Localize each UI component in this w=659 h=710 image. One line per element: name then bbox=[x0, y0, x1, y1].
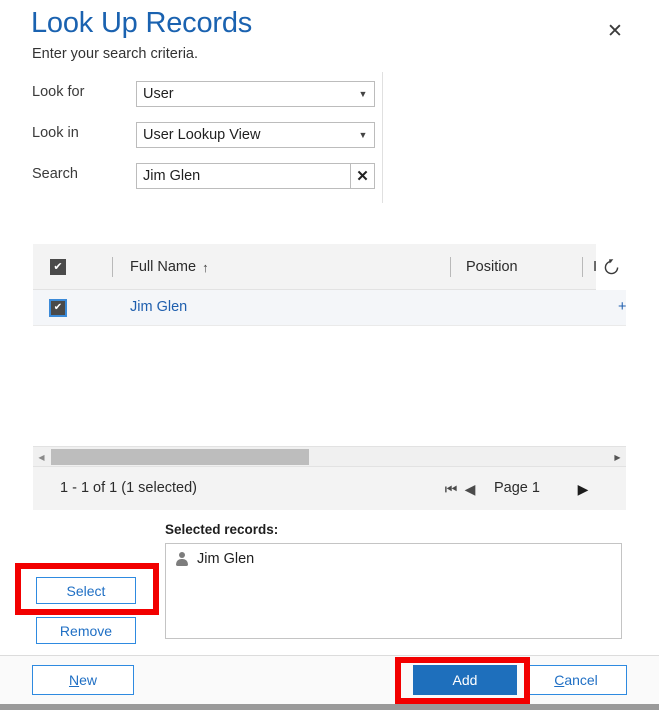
page-number-label: Page 1 bbox=[494, 480, 540, 496]
lookup-records-dialog: Look Up Records Enter your search criter… bbox=[0, 0, 659, 710]
dialog-subtitle: Enter your search criteria. bbox=[32, 46, 199, 62]
new-button-accel: N bbox=[68, 672, 80, 688]
chevron-down-icon[interactable]: ▼ bbox=[352, 82, 374, 106]
clear-search-icon[interactable]: ✕ bbox=[350, 164, 374, 188]
first-page-icon[interactable]: ⏮ bbox=[441, 479, 461, 499]
person-icon bbox=[175, 551, 189, 567]
horizontal-scrollbar[interactable]: ◀ ▶ bbox=[33, 446, 626, 466]
scrollbar-thumb[interactable] bbox=[51, 449, 309, 465]
look-in-label: Look in bbox=[32, 125, 79, 141]
cancel-button-label: ancel bbox=[564, 672, 598, 688]
criteria-divider bbox=[382, 72, 383, 203]
column-separator bbox=[582, 257, 583, 277]
selected-records-box[interactable]: Jim Glen bbox=[165, 543, 622, 639]
new-button-label: ew bbox=[79, 672, 98, 688]
search-label: Search bbox=[32, 166, 78, 182]
sort-ascending-icon: ↑ bbox=[202, 259, 209, 275]
row-full-name-link[interactable]: Jim Glen bbox=[130, 299, 187, 315]
selected-record-name: Jim Glen bbox=[197, 551, 255, 567]
look-for-value: User bbox=[143, 86, 174, 102]
scroll-left-icon[interactable]: ◀ bbox=[33, 447, 50, 467]
cancel-button-accel: C bbox=[554, 672, 565, 688]
add-button[interactable]: Add bbox=[413, 665, 517, 695]
row-select-checkbox[interactable] bbox=[49, 299, 67, 317]
criteria-row-look-in: Look in User Lookup View ▼ bbox=[0, 122, 400, 148]
criteria-row-look-for: Look for User ▼ bbox=[0, 81, 400, 107]
look-for-label: Look for bbox=[32, 84, 85, 100]
select-all-checkbox[interactable] bbox=[50, 259, 66, 275]
refresh-icon[interactable] bbox=[596, 244, 626, 290]
close-icon[interactable]: ✕ bbox=[601, 17, 629, 45]
scroll-right-icon[interactable]: ▶ bbox=[609, 447, 626, 467]
search-criteria-section: Look for User ▼ Look in User Lookup View… bbox=[0, 72, 659, 205]
next-page-icon[interactable]: ▶ bbox=[573, 479, 593, 499]
previous-page-icon[interactable]: ◀ bbox=[460, 479, 480, 499]
page-title: Look Up Records bbox=[31, 7, 253, 39]
cancel-button[interactable]: Cancel bbox=[525, 665, 627, 695]
bottom-strip bbox=[0, 704, 659, 710]
column-header-full-name-label: Full Name bbox=[130, 259, 197, 275]
look-in-dropdown[interactable]: User Lookup View ▼ bbox=[136, 122, 375, 148]
search-input[interactable]: Jim Glen ✕ bbox=[136, 163, 375, 189]
criteria-row-search: Search Jim Glen ✕ bbox=[0, 163, 400, 189]
record-count-status: 1 - 1 of 1 (1 selected) bbox=[60, 480, 198, 496]
table-row[interactable]: Jim Glen +1 (4 bbox=[33, 290, 626, 326]
grid-body: Jim Glen +1 (4 bbox=[33, 290, 626, 446]
chevron-down-icon[interactable]: ▼ bbox=[352, 123, 374, 147]
column-header-full-name[interactable]: Full Name ↑ bbox=[130, 244, 209, 290]
new-button[interactable]: New bbox=[32, 665, 134, 695]
dialog-header: Look Up Records Enter your search criter… bbox=[0, 0, 659, 72]
results-grid: Full Name ↑ Position I Jim Glen bbox=[33, 244, 626, 510]
search-input-value: Jim Glen bbox=[143, 168, 201, 184]
column-separator bbox=[112, 257, 113, 277]
look-for-dropdown[interactable]: User ▼ bbox=[136, 81, 375, 107]
column-separator bbox=[450, 257, 451, 277]
grid-footer: 1 - 1 of 1 (1 selected) ⏮ ◀ Page 1 ▶ bbox=[33, 466, 626, 510]
list-item[interactable]: Jim Glen bbox=[175, 551, 621, 567]
column-header-position[interactable]: Position bbox=[466, 244, 518, 290]
grid-header-row: Full Name ↑ Position I bbox=[33, 244, 626, 290]
column-header-position-label: Position bbox=[466, 259, 518, 275]
select-button[interactable]: Select bbox=[36, 577, 136, 604]
look-in-value: User Lookup View bbox=[143, 127, 261, 143]
selected-records-label: Selected records: bbox=[165, 522, 279, 537]
remove-button[interactable]: Remove bbox=[36, 617, 136, 644]
row-phone-value: +1 (4 bbox=[618, 299, 626, 315]
